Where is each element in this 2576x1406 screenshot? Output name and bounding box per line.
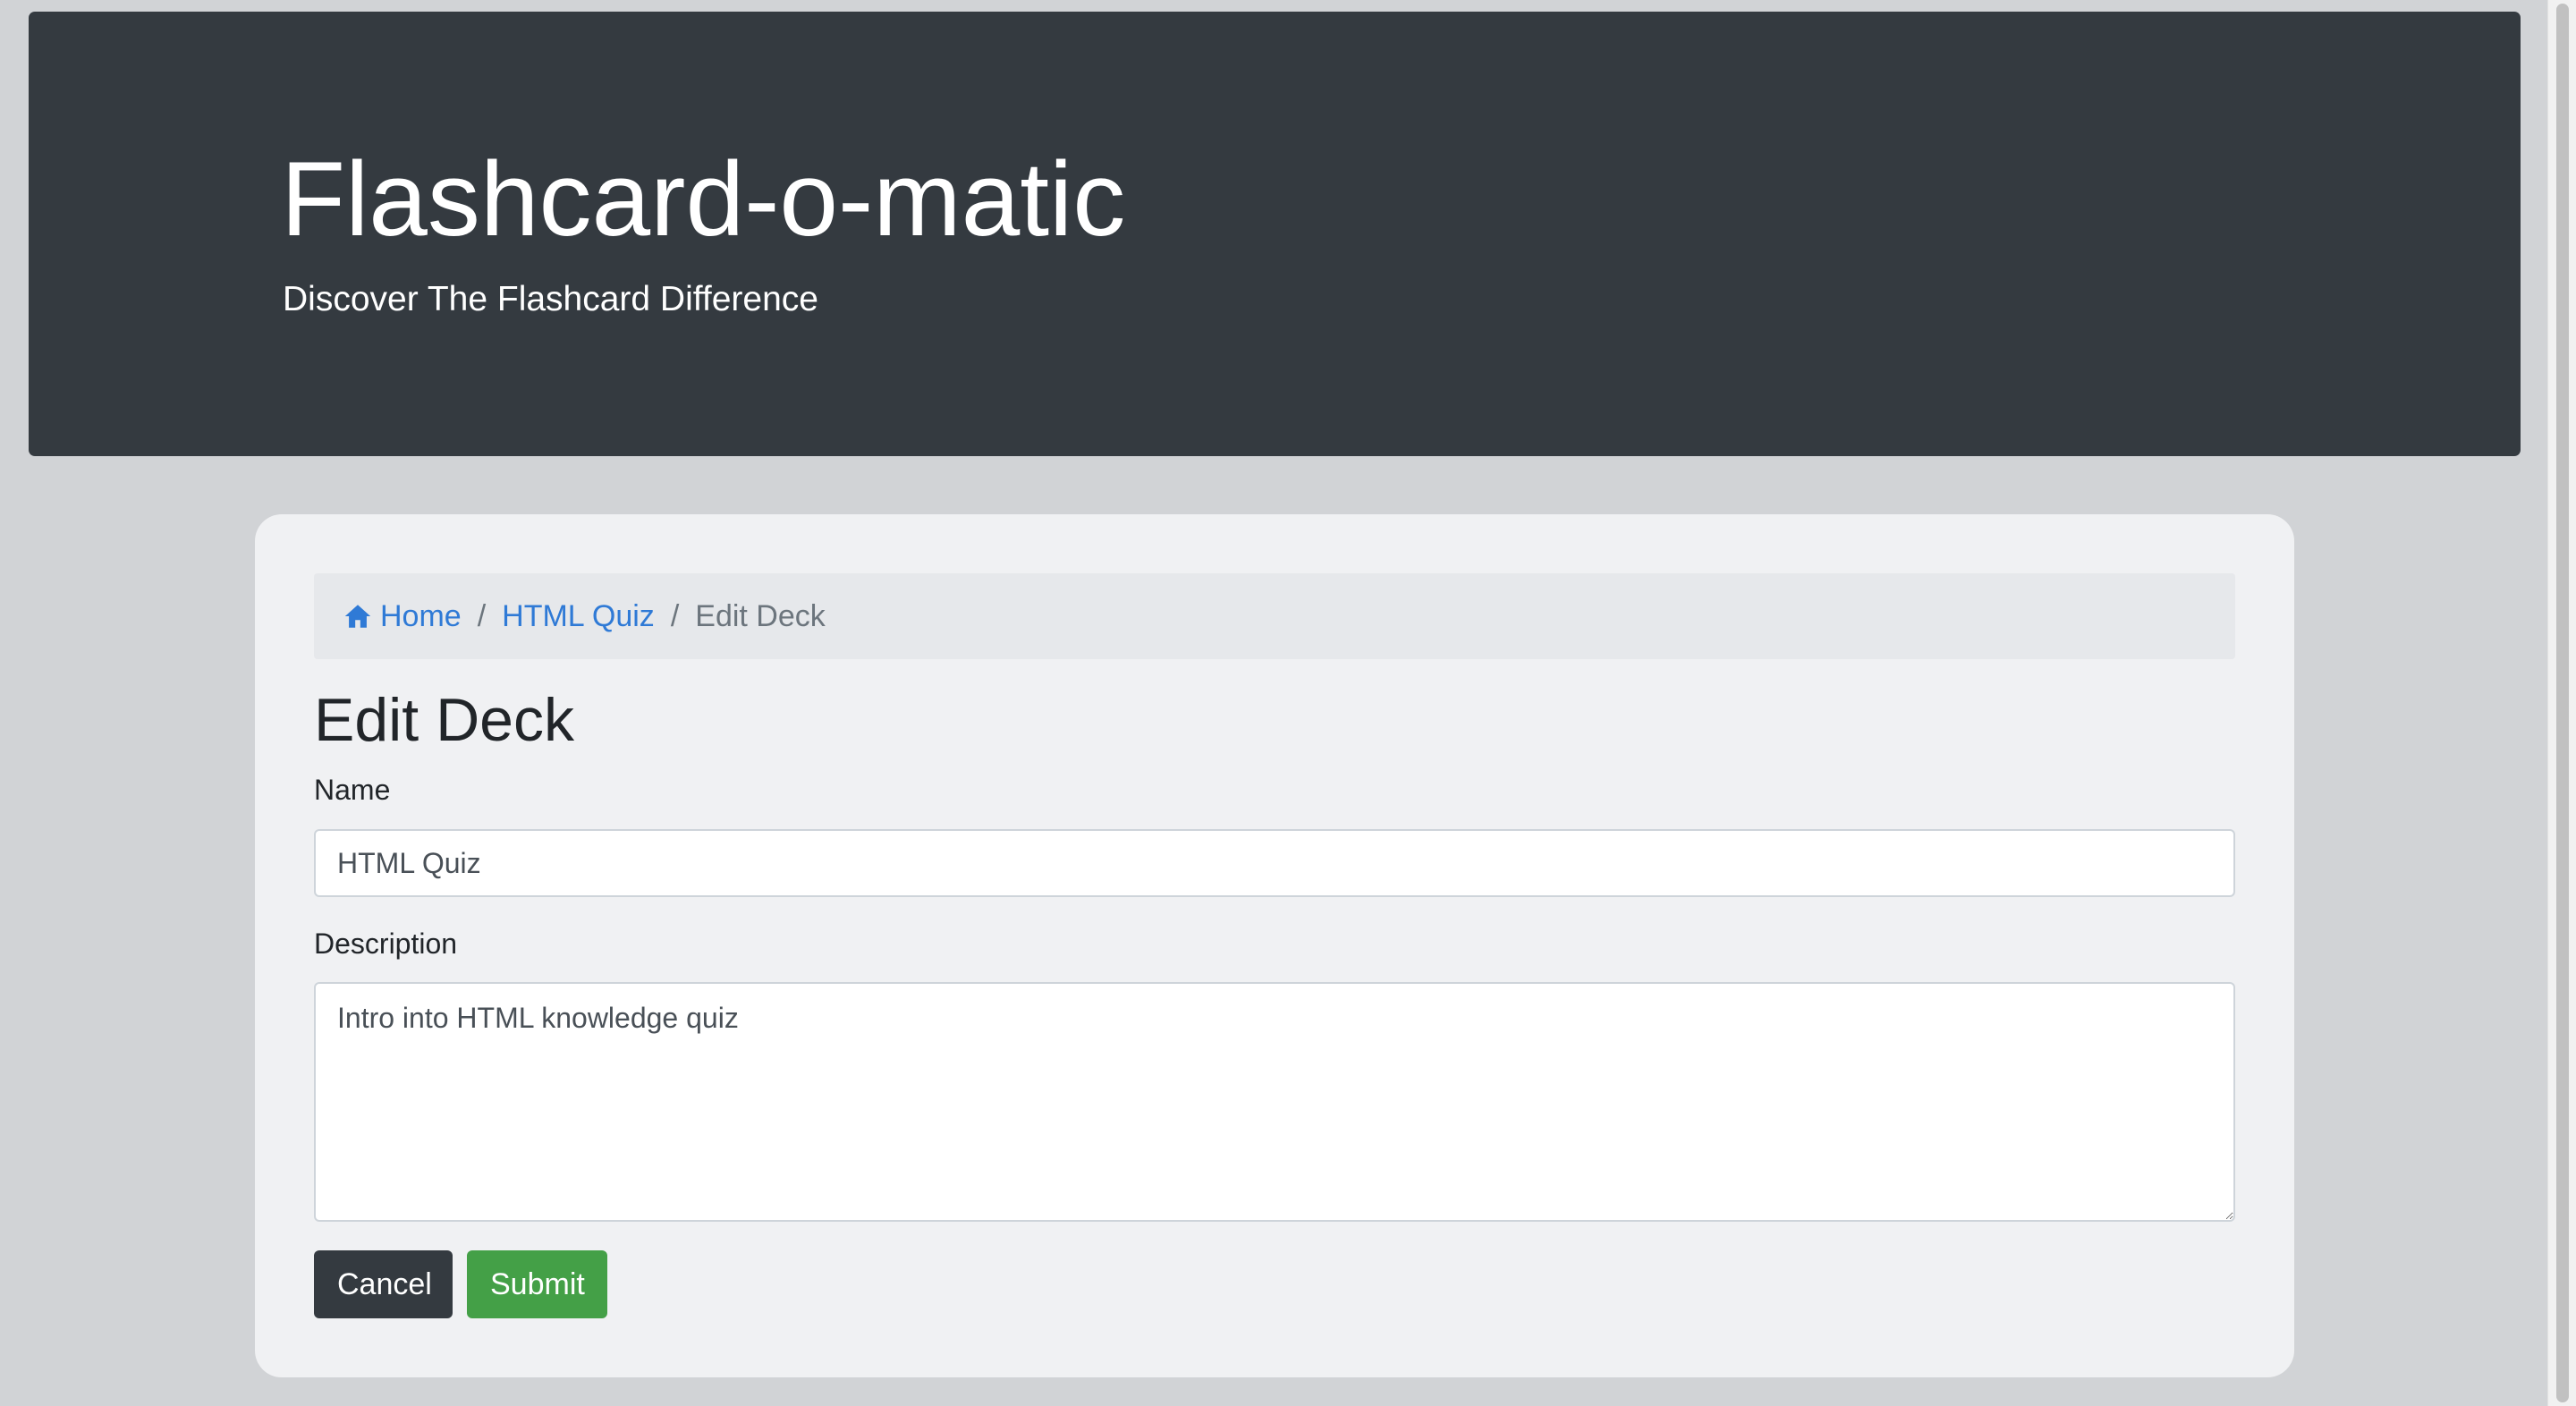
header-jumbotron: Flashcard-o-matic Discover The Flashcard… [29,12,2521,456]
description-textarea[interactable]: Intro into HTML knowledge quiz [314,982,2235,1222]
name-input[interactable] [314,829,2235,897]
app-title: Flashcard-o-matic [281,140,1126,258]
home-icon [343,601,373,631]
page-title: Edit Deck [314,686,574,754]
vertical-scrollbar[interactable] [2547,0,2576,1406]
breadcrumb-active: Edit Deck [695,598,826,633]
breadcrumb-home-link[interactable]: Home [343,599,462,634]
cancel-button[interactable]: Cancel [314,1250,453,1318]
name-label: Name [314,774,391,806]
breadcrumb-deck-link[interactable]: HTML Quiz [502,599,655,634]
app-subtitle: Discover The Flashcard Difference [283,280,818,318]
breadcrumb-home-label: Home [380,598,462,633]
submit-button[interactable]: Submit [467,1250,607,1318]
edit-deck-card: Home / HTML Quiz / Edit Deck Edit Deck N… [255,514,2294,1377]
description-label: Description [314,927,458,960]
breadcrumb: Home / HTML Quiz / Edit Deck [314,573,2235,659]
scrollbar-thumb[interactable] [2556,4,2569,1402]
page: Flashcard-o-matic Discover The Flashcard… [0,0,2576,1406]
breadcrumb-separator: / [670,598,680,633]
breadcrumb-separator: / [477,598,487,633]
